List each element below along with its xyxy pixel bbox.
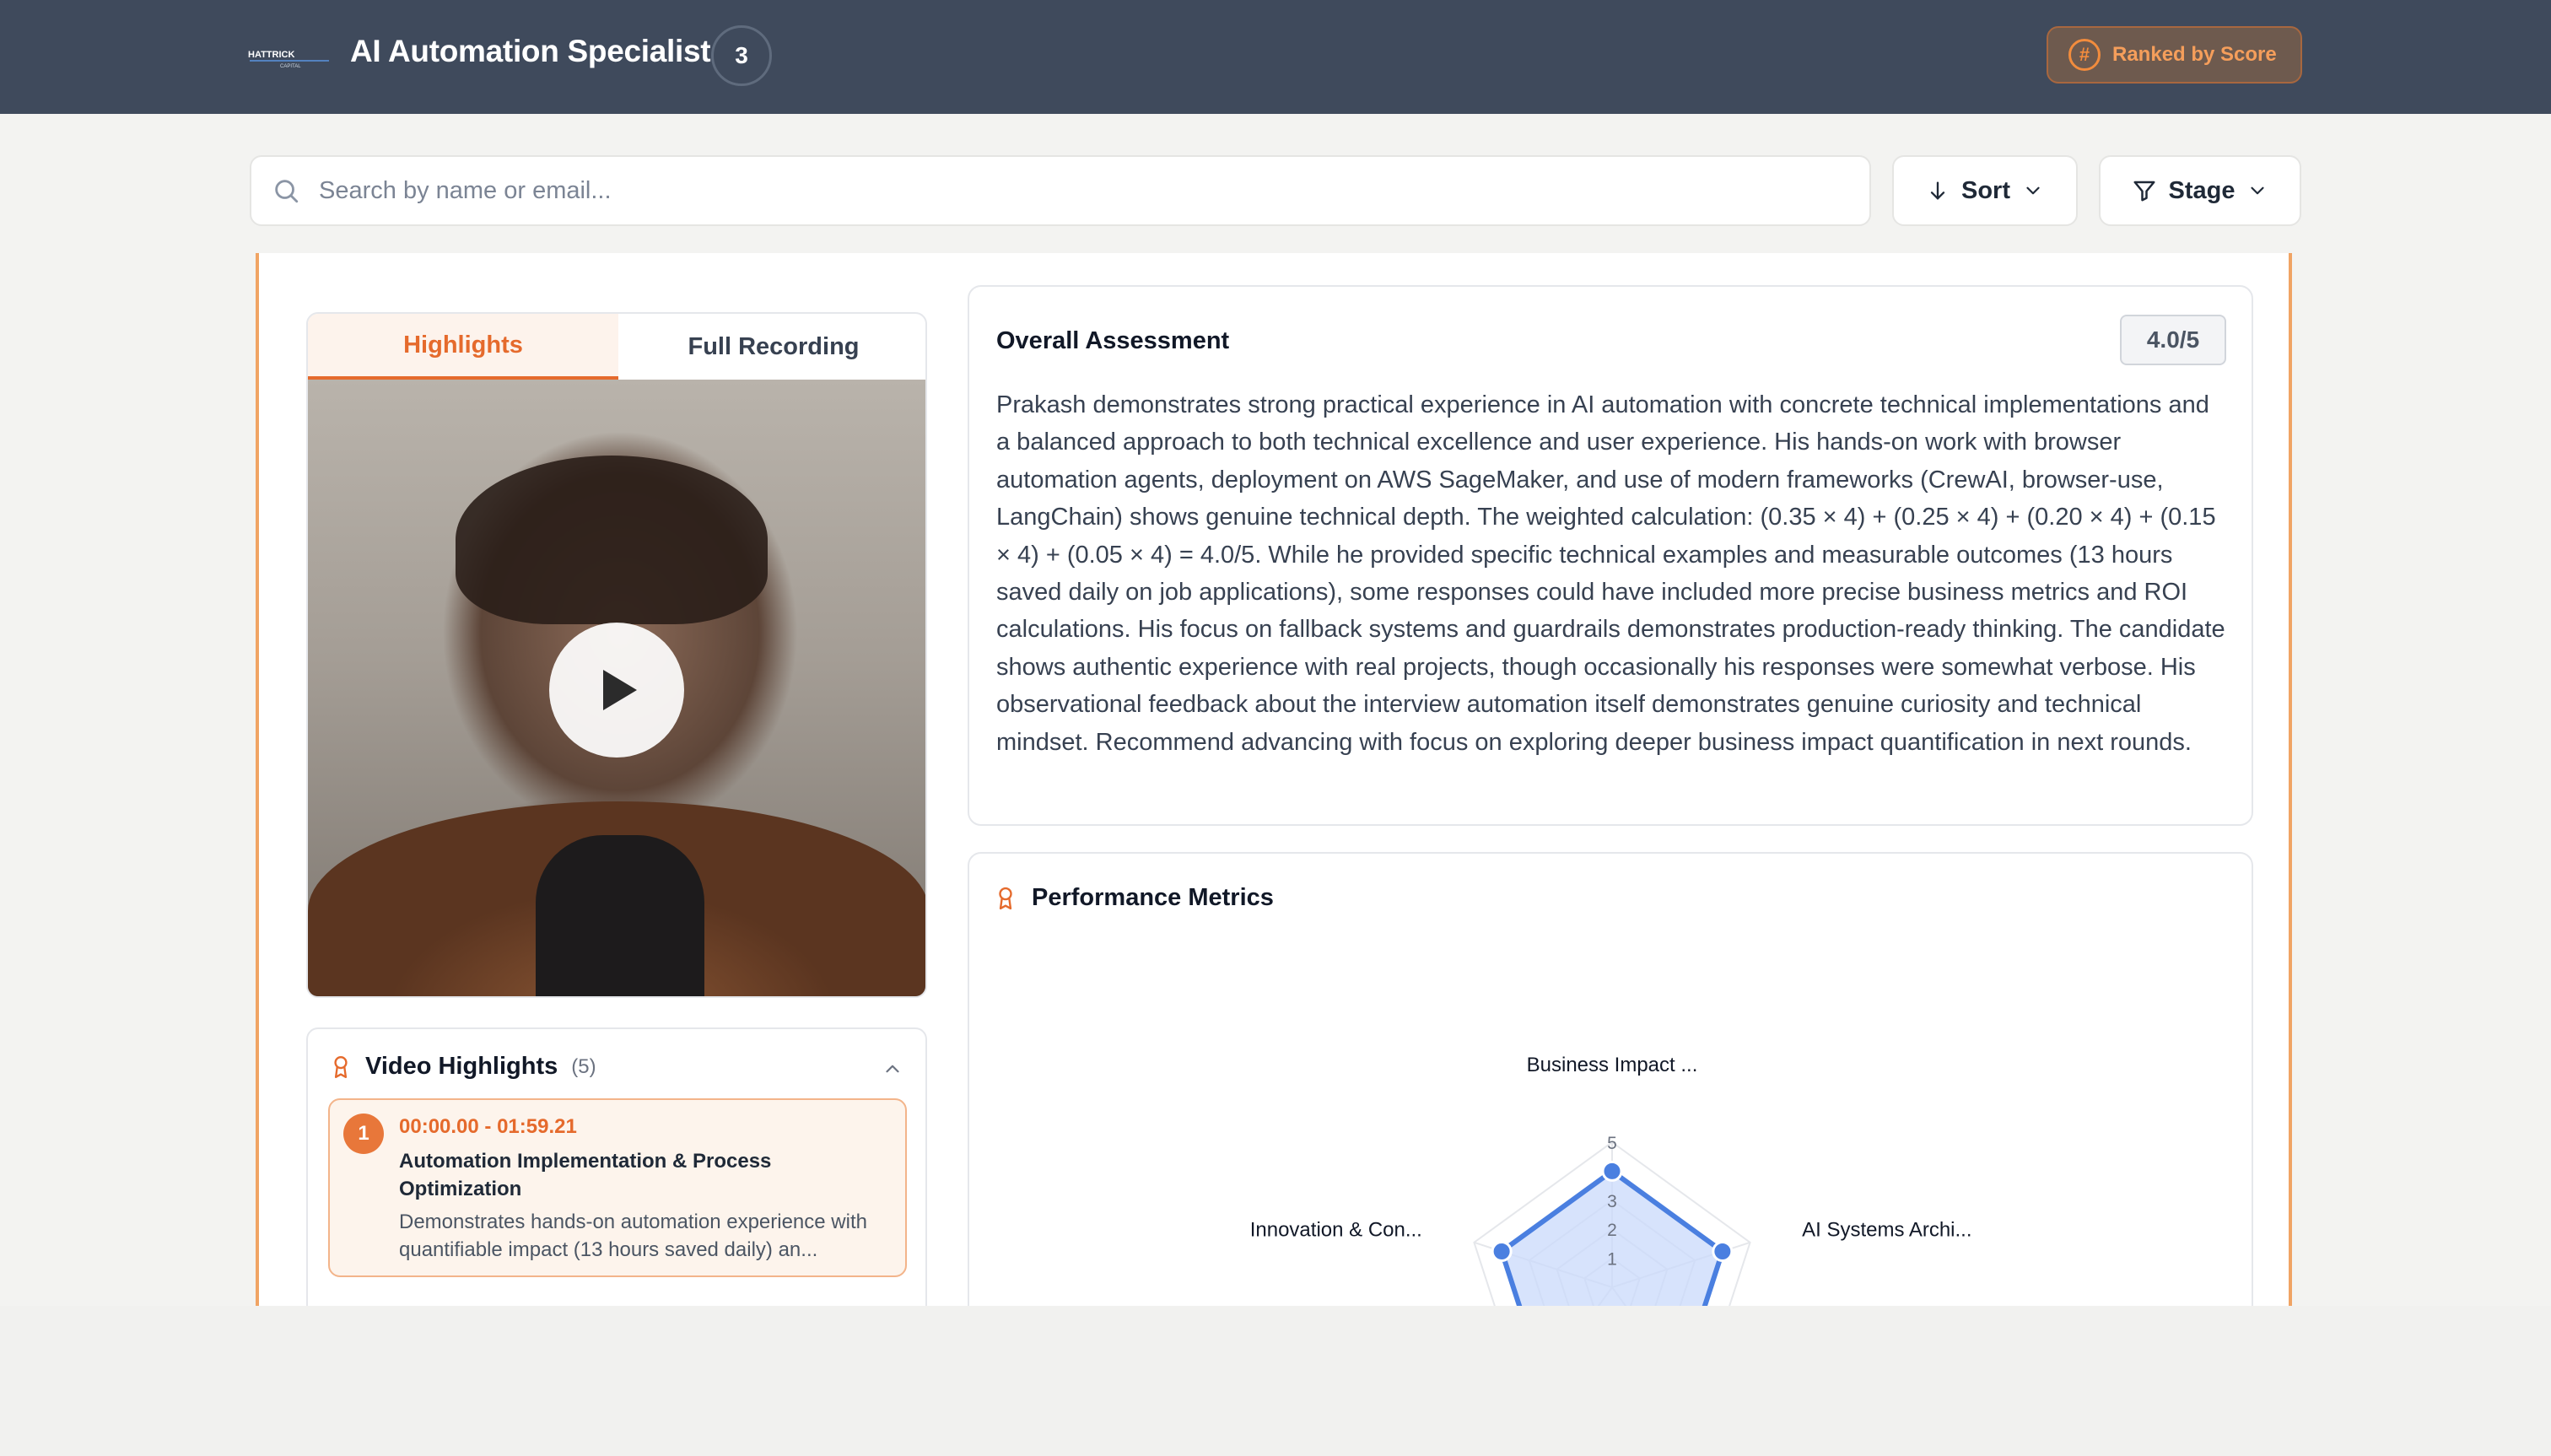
- overall-score-badge: 4.0/5: [2120, 315, 2226, 365]
- top-bar: HATTRICK CAPITAL AI Automation Specialis…: [0, 0, 2551, 114]
- ranked-label: Ranked by Score: [2112, 43, 2277, 66]
- play-button[interactable]: [549, 623, 684, 758]
- company-logo: HATTRICK CAPITAL: [248, 50, 329, 69]
- tab-highlights[interactable]: Highlights: [308, 314, 618, 380]
- overall-assessment-title: Overall Assessment: [996, 327, 1230, 354]
- radar-tick-label: 5: [1607, 1134, 1617, 1153]
- radar-tick-label: 1: [1607, 1250, 1617, 1270]
- video-highlights-header[interactable]: Video Highlights (5): [330, 1053, 912, 1081]
- candidate-detail-panel: Highlights Full Recording Video Highligh…: [256, 253, 2292, 1306]
- highlight-item[interactable]: 1 00:00.00 - 01:59.21 Automation Impleme…: [328, 1098, 907, 1277]
- candidate-count-badge: 3: [711, 25, 772, 86]
- svg-text:CAPITAL: CAPITAL: [280, 64, 301, 69]
- video-highlights-card: Video Highlights (5) 1 00:00.00 - 01:59.…: [306, 1027, 927, 1306]
- video-highlights-count: (5): [571, 1054, 596, 1078]
- radar-tick-label: 3: [1607, 1192, 1617, 1211]
- play-icon: [603, 670, 637, 710]
- arrow-down-icon: [1930, 181, 1945, 200]
- video-card: Highlights Full Recording: [306, 312, 927, 998]
- sort-label: Sort: [1961, 176, 2010, 204]
- hash-icon: #: [2068, 39, 2101, 71]
- performance-metrics-card: Performance Metrics 1 2 3 5 Business Impact …: [968, 852, 2253, 1306]
- sort-button[interactable]: Sort: [1892, 155, 2078, 226]
- chevron-up-icon[interactable]: [882, 1058, 903, 1080]
- radar-axis-label: Business Impact ...: [1527, 1054, 1698, 1076]
- highlight-title: Automation Implementation & Process Opti…: [399, 1150, 772, 1200]
- radar-data-point: [1491, 1240, 1513, 1262]
- radar-data-point: [1601, 1160, 1623, 1182]
- chevron-down-icon: [2026, 186, 2040, 195]
- overall-assessment-card: Overall Assessment 4.0/5 Prakash demonst…: [968, 285, 2253, 826]
- radar-axis-label: Innovation & Con...: [1250, 1218, 1422, 1241]
- filter-icon: [2133, 181, 2155, 202]
- overall-assessment-text: Prakash demonstrates strong practical ex…: [996, 391, 2225, 756]
- search-input[interactable]: [319, 176, 1753, 205]
- ranked-by-score-badge[interactable]: # Ranked by Score: [2047, 26, 2302, 84]
- chevron-down-icon: [2251, 186, 2265, 195]
- search-bar: [250, 155, 1871, 226]
- video-frame-detail: [456, 456, 768, 624]
- radar-tick-label: 2: [1607, 1221, 1617, 1240]
- highlight-number: 1: [343, 1114, 384, 1154]
- video-tabs: Highlights Full Recording: [308, 314, 925, 380]
- video-frame-detail: [536, 835, 704, 996]
- radar-data-point: [1712, 1240, 1734, 1262]
- page-footer-area: [0, 1306, 2551, 1456]
- page-title: AI Automation Specialist: [350, 34, 711, 68]
- svg-text:HATTRICK: HATTRICK: [248, 50, 294, 60]
- tab-full-recording[interactable]: Full Recording: [618, 314, 925, 380]
- radar-axis-label: AI Systems Archi...: [1802, 1218, 1971, 1241]
- video-highlights-title: Video Highlights: [365, 1053, 558, 1080]
- performance-radar-chart: 1 2 3 5 Business Impact ... AI Systems Archi.…: [1250, 1054, 1972, 1306]
- award-icon: [334, 1055, 348, 1078]
- highlight-description: Demonstrates hands-on automation experie…: [399, 1211, 867, 1261]
- stage-filter-button[interactable]: Stage: [2099, 155, 2301, 226]
- search-icon: [275, 180, 299, 203]
- stage-label: Stage: [2168, 176, 2235, 204]
- highlight-timestamp: 00:00.00 - 01:59.21: [399, 1115, 577, 1138]
- video-player[interactable]: [308, 380, 925, 996]
